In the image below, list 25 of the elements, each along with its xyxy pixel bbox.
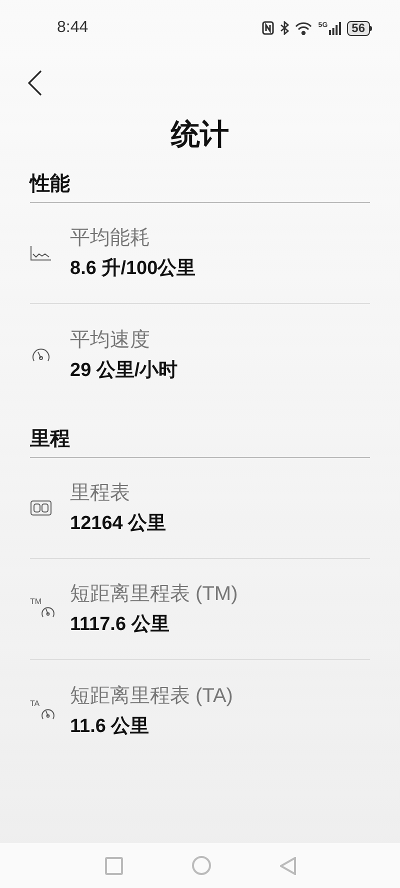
stat-value: 12164 公里 (70, 512, 166, 536)
home-button[interactable] (192, 856, 210, 875)
battery-level: 56 (346, 20, 370, 36)
page-title: 统计 (171, 118, 229, 153)
stat-value: 1117.6 公里 (70, 613, 170, 637)
line-chart-icon (30, 245, 52, 261)
stat-label: 里程表 (70, 481, 131, 506)
back-nav-button[interactable] (280, 856, 296, 874)
stat-label: 平均能耗 (70, 226, 151, 251)
stat-label: 平均速度 (70, 328, 151, 352)
section-title: 里程 (30, 428, 70, 450)
stat-value: 29 公里/小时 (70, 358, 178, 382)
stat-value: 11.6 公里 (70, 714, 150, 738)
stat-label: 短距离里程表 (TA) (70, 684, 233, 708)
nfc-icon (262, 21, 274, 35)
wifi-icon (295, 22, 312, 34)
stat-value: 8.6 升/100公里 (70, 256, 196, 281)
signal-icon (328, 22, 341, 34)
odometer-icon (30, 499, 52, 517)
bluetooth-icon (280, 21, 290, 35)
stat-label: 短距离里程表 (TM) (70, 582, 238, 607)
section-title: 性能 (30, 173, 70, 195)
back-button[interactable] (28, 68, 44, 96)
recents-button[interactable] (104, 856, 122, 874)
status-time: 8:44 (57, 18, 88, 38)
